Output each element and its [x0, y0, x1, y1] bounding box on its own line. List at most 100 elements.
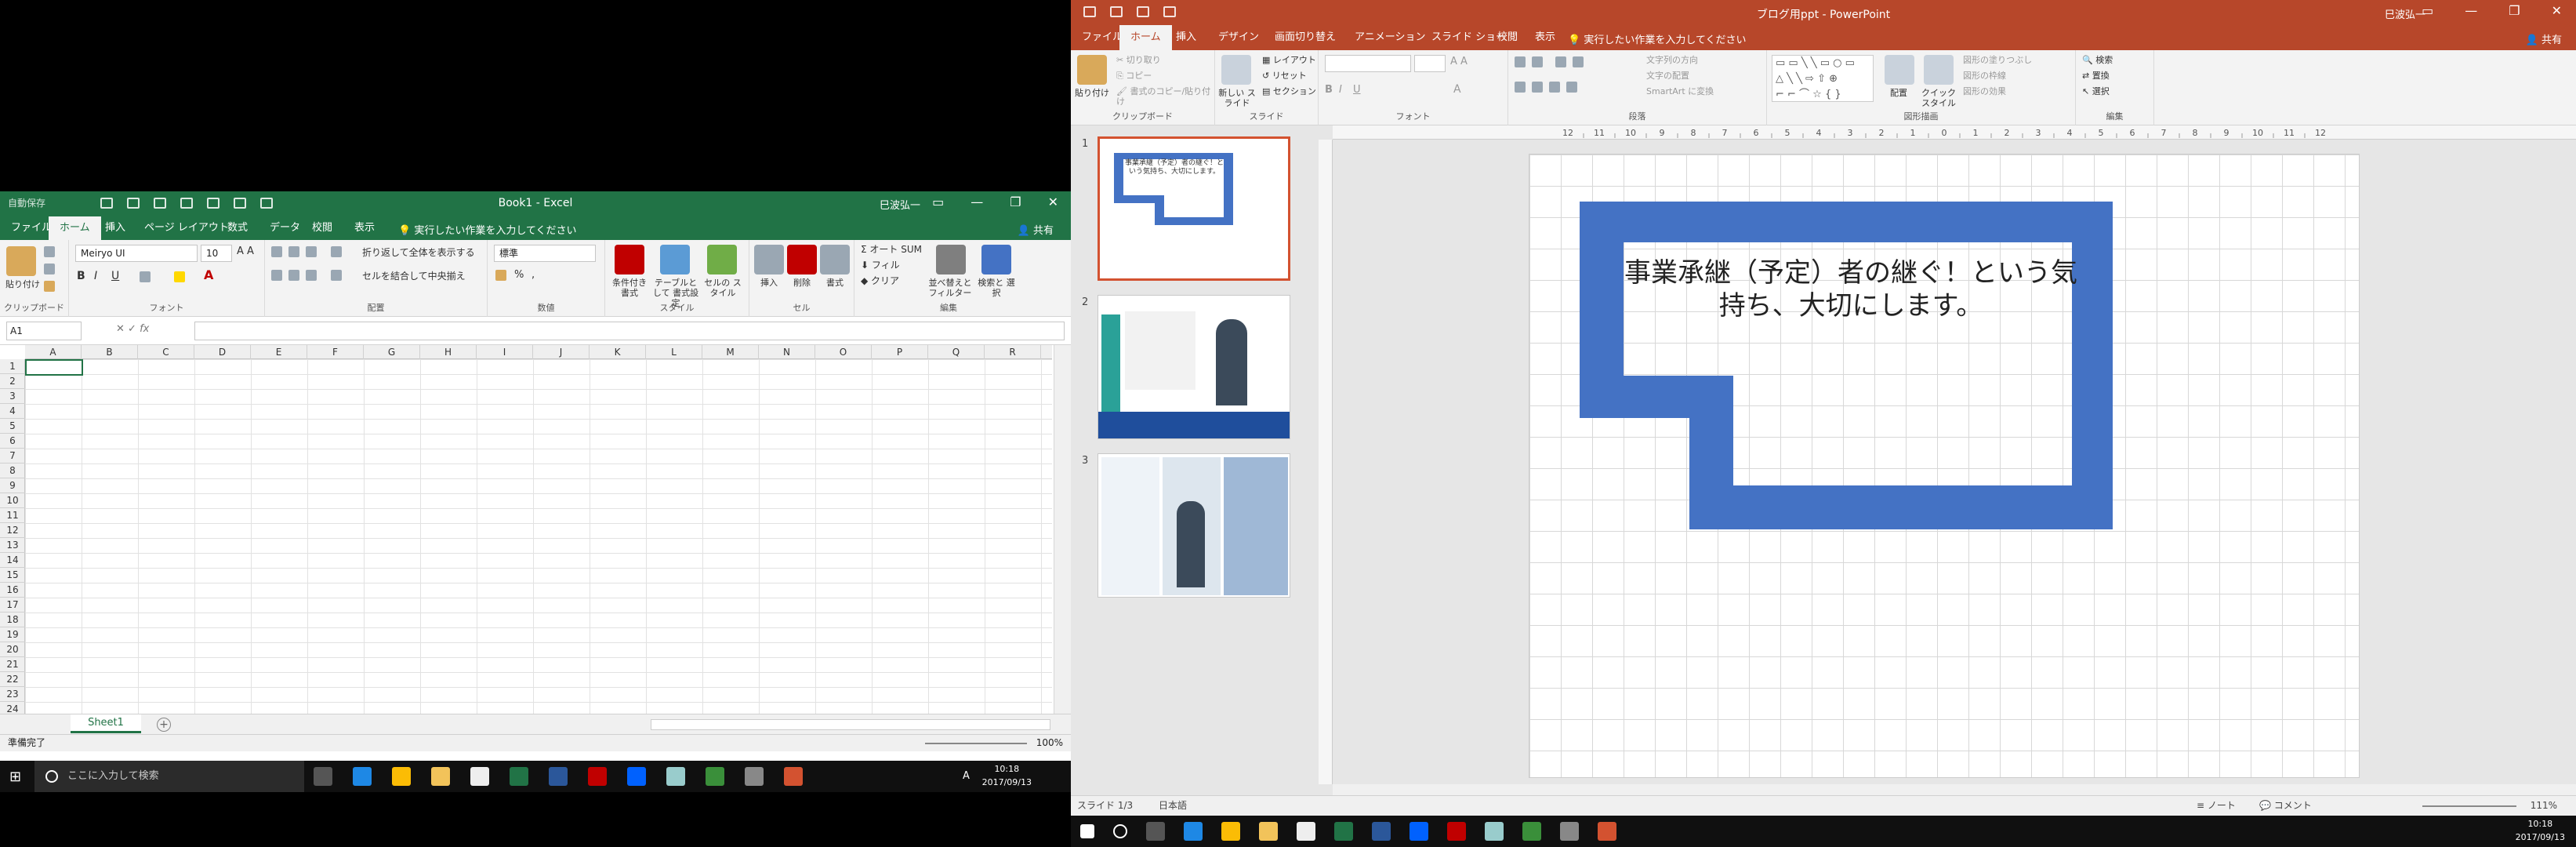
column-header-p[interactable]: P	[872, 345, 928, 359]
sort-filter-button[interactable]: 並べ替えと フィルター	[925, 278, 975, 298]
format-painter-button[interactable]: 🖌 書式のコピー/貼り付け	[1116, 86, 1214, 107]
align-center-icon[interactable]	[288, 270, 299, 281]
reset-button[interactable]: ↺ リセット	[1262, 71, 1307, 81]
ppt-share-button[interactable]: 👤 共有	[2526, 31, 2562, 46]
explorer-icon[interactable]	[431, 767, 450, 786]
tab-formulas[interactable]: 数式	[216, 216, 259, 240]
shape-outline-button[interactable]: 図形の枠線	[1963, 71, 2006, 81]
align-text-button[interactable]: 文字の配置	[1646, 71, 1689, 81]
comma-icon[interactable]: ,	[532, 270, 535, 280]
row-header-3[interactable]: 3	[0, 389, 25, 404]
dropbox-icon[interactable]	[627, 767, 646, 786]
insert-cells-icon[interactable]	[754, 245, 784, 274]
app-icon[interactable]	[666, 767, 685, 786]
align-top-icon[interactable]	[271, 246, 282, 257]
align-center-icon[interactable]	[1532, 82, 1543, 93]
row-header-6[interactable]: 6	[0, 434, 25, 449]
ime-indicator[interactable]: A	[963, 770, 970, 782]
current-slide[interactable]: 事業承継（予定）者の継ぐ！という気持ち、大切にします。	[1529, 154, 2360, 778]
quick-style-icon[interactable]	[1924, 55, 1954, 85]
tab-insert[interactable]: 挿入	[94, 216, 136, 240]
language-indicator[interactable]: 日本語	[1159, 796, 1187, 815]
taskbar-right-clock[interactable]: 10:18 2017/09/13	[2516, 817, 2565, 844]
blue-frame-shape[interactable]	[1580, 202, 2113, 531]
excel-user-name[interactable]: 巳波弘一	[880, 197, 920, 212]
powerpoint-app-icon[interactable]	[784, 767, 803, 786]
align-right-icon[interactable]	[1549, 82, 1560, 93]
column-header-k[interactable]: K	[590, 345, 646, 359]
column-header-o[interactable]: O	[815, 345, 872, 359]
row-header-12[interactable]: 12	[0, 523, 25, 538]
taskbar-search-box[interactable]: ここに入力して検索	[34, 761, 304, 792]
dropbox-icon[interactable]	[1410, 822, 1428, 841]
border-icon[interactable]	[140, 271, 151, 282]
bold-button[interactable]: B	[77, 271, 85, 282]
column-header-d[interactable]: D	[194, 345, 251, 359]
paste-icon[interactable]	[6, 246, 36, 276]
tab-transitions[interactable]: 画面切り替え	[1264, 25, 1347, 50]
vertical-scrollbar[interactable]	[1054, 345, 1071, 714]
minimize-icon[interactable]: —	[971, 194, 983, 209]
indent-icon[interactable]	[1555, 56, 1566, 67]
font-size-select[interactable]: 10	[201, 245, 232, 262]
notes-button[interactable]: ≡ ノート	[2197, 796, 2236, 815]
shape-fill-button[interactable]: 図形の塗りつぶし	[1963, 55, 2032, 65]
close-icon[interactable]: ✕	[1048, 194, 1058, 209]
row-header-18[interactable]: 18	[0, 613, 25, 627]
underline-button[interactable]: U	[1353, 85, 1361, 95]
tab-view[interactable]: 表示	[1524, 25, 1566, 50]
app-icon[interactable]	[1485, 822, 1504, 841]
row-header-2[interactable]: 2	[0, 374, 25, 389]
format-cells-icon[interactable]	[820, 245, 850, 274]
align-middle-icon[interactable]	[288, 246, 299, 257]
edge-icon[interactable]	[353, 767, 372, 786]
slide-thumbnail-3[interactable]	[1098, 453, 1290, 598]
find-select-icon[interactable]	[981, 245, 1011, 274]
minimize-icon[interactable]: —	[2465, 3, 2477, 18]
excel-app-icon[interactable]	[510, 767, 528, 786]
find-button[interactable]: 🔍 検索	[2082, 55, 2113, 65]
app-green-icon[interactable]	[706, 767, 724, 786]
align-left-icon[interactable]	[1515, 82, 1526, 93]
row-header-11[interactable]: 11	[0, 508, 25, 523]
new-slide-icon[interactable]	[1221, 55, 1251, 85]
acrobat-icon[interactable]	[588, 767, 607, 786]
slide-thumbnail-1[interactable]: 事業承継（予定）者の継ぐ！という気持ち、大切にします。	[1098, 136, 1290, 281]
tab-insert[interactable]: 挿入	[1165, 25, 1207, 50]
format-painter-icon[interactable]	[44, 281, 55, 292]
align-right-icon[interactable]	[306, 270, 317, 281]
bold-button[interactable]: B	[1325, 85, 1333, 95]
shapes-gallery[interactable]: ▭ ▭ ╲ ╲ ▭ ○ ▭ △ ╲ ╲ ⇨ ⇧ ⊕ ⌐ ⌐ ⌒ ☆ { }	[1772, 55, 1874, 102]
fx-icon[interactable]: ✕ ✓ fx	[116, 323, 194, 335]
slide-thumbnail-2[interactable]	[1098, 295, 1290, 439]
indent-icon[interactable]	[331, 270, 342, 281]
chrome-icon[interactable]	[392, 767, 411, 786]
word-app-icon[interactable]	[549, 767, 568, 786]
slide-title-text[interactable]: 事業承継（予定）者の継ぐ！という気持ち、大切にします。	[1624, 256, 2078, 322]
selected-cell-a1[interactable]	[25, 359, 83, 376]
insert-cells-button[interactable]: 挿入	[754, 278, 784, 288]
ribbon-display-icon[interactable]: ▭	[2422, 3, 2433, 18]
format-cells-button[interactable]: 書式	[820, 278, 850, 288]
store-icon[interactable]	[1297, 822, 1315, 841]
store-icon[interactable]	[470, 767, 489, 786]
app-green-icon[interactable]	[1522, 822, 1541, 841]
excel-app-icon[interactable]	[1334, 822, 1353, 841]
cell-area[interactable]	[25, 359, 1052, 714]
column-header-j[interactable]: J	[533, 345, 590, 359]
settings-icon[interactable]	[745, 767, 764, 786]
sort-filter-icon[interactable]	[936, 245, 966, 274]
ppt-horizontal-scrollbar[interactable]	[1333, 784, 2576, 795]
explorer-icon[interactable]	[1259, 822, 1278, 841]
replace-button[interactable]: ⇄ 置換	[2082, 71, 2110, 81]
column-header-n[interactable]: N	[759, 345, 815, 359]
paste-button[interactable]: 貼り付け	[2, 279, 44, 289]
wrap-text-button[interactable]: 折り返して全体を表示する	[362, 248, 475, 258]
formula-input[interactable]	[194, 322, 1065, 340]
close-icon[interactable]: ✕	[2552, 3, 2562, 18]
tab-home[interactable]: ホーム	[49, 216, 101, 240]
copy-button[interactable]: ⎘ コピー	[1116, 71, 1152, 81]
row-header-15[interactable]: 15	[0, 568, 25, 583]
row-header-17[interactable]: 17	[0, 598, 25, 613]
row-header-19[interactable]: 19	[0, 627, 25, 642]
